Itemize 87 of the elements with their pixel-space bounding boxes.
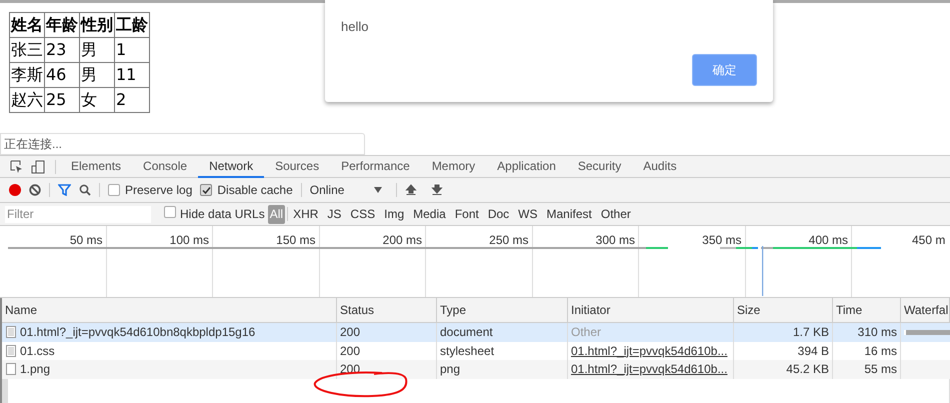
request-name: 01.html?_ijt=pvvqk54d610bn8qkbpldp15g16	[20, 324, 256, 342]
file-icon	[6, 326, 16, 338]
table-cell: 男	[80, 62, 114, 88]
column-header[interactable]: Type	[437, 298, 568, 322]
column-header[interactable]: Waterfall	[901, 298, 950, 322]
type-filter[interactable]: Font	[452, 204, 481, 224]
panel-tab[interactable]: Audits	[632, 155, 688, 178]
type-filter[interactable]: WS	[516, 204, 540, 224]
filter-icon[interactable]	[58, 184, 71, 196]
file-icon	[6, 344, 16, 357]
column-header[interactable]: Initiator	[568, 298, 734, 322]
column-header[interactable]: Name	[2, 298, 337, 322]
waterfall-bar	[904, 330, 950, 335]
table-cell: 45.2 KB	[734, 360, 833, 378]
table-cell: 男	[80, 38, 114, 62]
checkbox[interactable]	[164, 206, 176, 218]
panel-tab[interactable]: Console	[132, 155, 198, 178]
upload-icon[interactable]	[404, 184, 417, 196]
request-name: 01.css	[20, 342, 55, 360]
type-filter[interactable]: Other	[598, 204, 633, 224]
throttling-dropdown[interactable]: Online	[310, 181, 382, 199]
table-cell: 女	[80, 88, 114, 112]
time-tick: 50 ms	[70, 232, 102, 249]
panel-tab[interactable]: Performance	[330, 155, 421, 178]
panel-tab[interactable]: Application	[486, 155, 567, 178]
column-header: 姓名	[10, 12, 44, 38]
initiator-link[interactable]: 01.html?_ijt=pvvqk54d610b...	[571, 362, 728, 376]
type-filter[interactable]: XHR	[291, 204, 320, 224]
table-cell: 23	[44, 38, 80, 62]
panel-tab[interactable]: Sources	[264, 155, 330, 178]
request-row[interactable]: 01.html?_ijt=pvvqk54d610bn8qkbpldp15g16 200 document Other 1.7 KB 310 ms	[2, 323, 950, 342]
time-tick: 400 ms	[808, 232, 848, 249]
table-cell: 25	[44, 88, 80, 112]
status-code: 200	[340, 344, 360, 358]
type-filter[interactable]: Img	[382, 204, 406, 224]
download-icon[interactable]	[430, 184, 443, 196]
column-header: 年龄	[44, 12, 80, 38]
type-filter[interactable]: Manifest	[544, 204, 594, 224]
checkbox[interactable]	[200, 184, 212, 196]
time-tick: 250 ms	[489, 232, 528, 249]
file-icon	[6, 363, 16, 376]
table-cell: 55 ms	[833, 360, 901, 378]
request-name: 1.png	[20, 361, 50, 378]
search-icon[interactable]	[79, 184, 91, 196]
caret-icon	[374, 187, 382, 193]
checkbox-label: Preserve log	[125, 182, 192, 199]
dialog-message: hello	[341, 18, 368, 36]
table-cell: 赵六	[10, 88, 44, 112]
time-tick: 100 ms	[170, 232, 209, 249]
request-row[interactable]: 01.css 200 stylesheet 01.html?_ijt=pvvqk54d610b... 394 B 16 ms	[2, 342, 950, 360]
column-header: 性别	[80, 12, 114, 38]
column-header: 工龄	[114, 12, 150, 38]
type-filter[interactable]: JS	[325, 204, 344, 224]
inspect-icon[interactable]	[10, 160, 23, 173]
panel-tab[interactable]: Memory	[420, 155, 486, 178]
checkbox[interactable]	[108, 184, 120, 196]
panel-tab[interactable]: Security	[566, 155, 632, 178]
checkmark-icon	[202, 186, 211, 194]
device-icon[interactable]	[31, 160, 45, 174]
table-cell: 李斯	[10, 62, 44, 88]
table-cell: 2	[114, 88, 150, 112]
time-tick: 350 ms	[702, 232, 742, 249]
table-cell: 张三	[10, 38, 44, 62]
type-filter[interactable]: CSS	[348, 204, 378, 224]
column-header[interactable]: Size	[734, 298, 833, 322]
time-tick: 450 m	[912, 232, 946, 249]
clear-icon[interactable]	[29, 184, 41, 196]
column-header[interactable]: Time	[833, 298, 901, 322]
panel-tab[interactable]: Elements	[60, 155, 132, 178]
table-cell: 1	[114, 38, 150, 62]
initiator-link[interactable]: 01.html?_ijt=pvvqk54d610b...	[571, 344, 728, 358]
type-filter[interactable]: Media	[411, 204, 448, 224]
filter-field[interactable]: Filter	[5, 206, 151, 222]
table-cell: png	[437, 360, 568, 378]
table-cell: 11	[114, 62, 150, 88]
column-header[interactable]: Status	[337, 298, 437, 322]
time-tick: 200 ms	[382, 232, 422, 249]
checkbox-label: Hide data URLs	[180, 206, 265, 223]
time-tick: 300 ms	[596, 232, 635, 249]
record-icon[interactable]	[9, 184, 21, 196]
table-cell: Other	[571, 325, 602, 339]
time-tick: 150 ms	[276, 232, 316, 249]
status-code: 200	[340, 325, 360, 339]
status-bubble: 正在连接...	[0, 133, 365, 155]
type-filter[interactable]: Doc	[486, 204, 512, 224]
checkbox-label: Disable cache	[217, 182, 293, 199]
table-cell: 46	[44, 62, 80, 88]
